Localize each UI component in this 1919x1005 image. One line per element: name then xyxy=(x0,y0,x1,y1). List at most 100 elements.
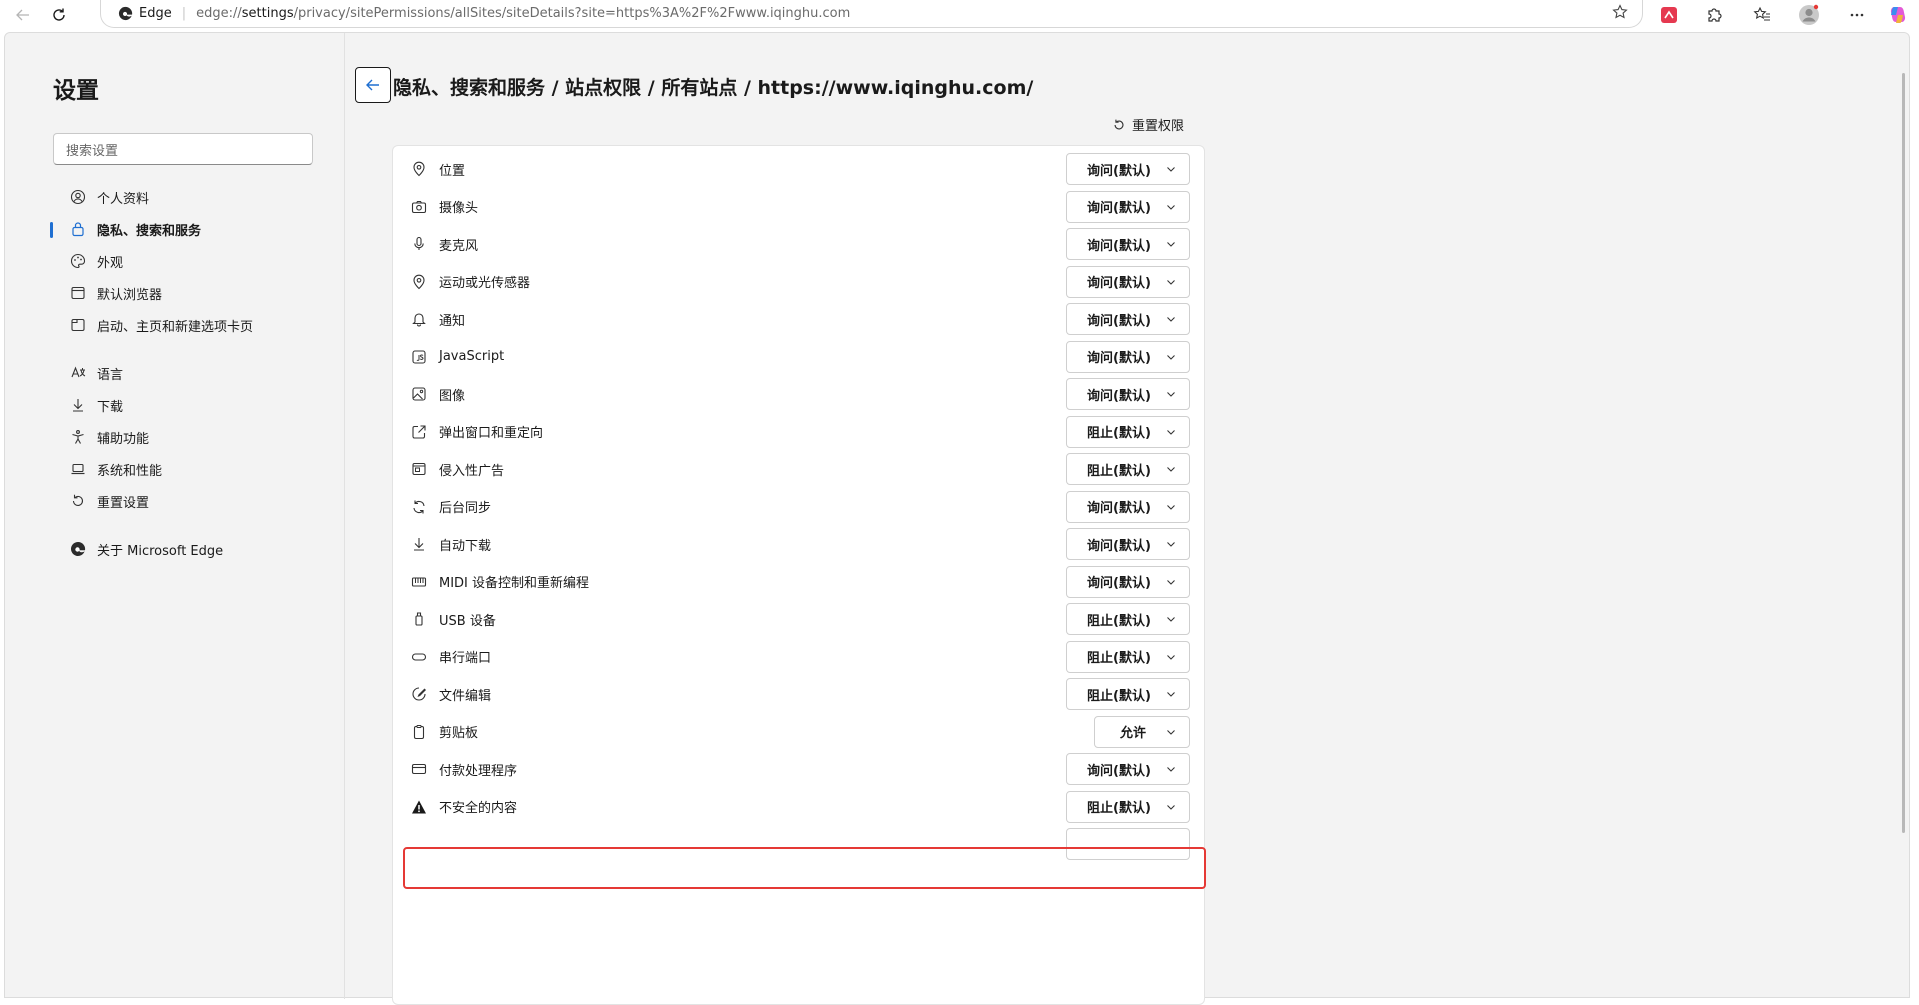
site-details-content: 隐私、搜索和服务 / 站点权限 / 所有站点 / https://www.iqi… xyxy=(355,33,1905,1005)
extensions-button[interactable] xyxy=(1702,3,1726,27)
permission-select-intrusive-ads[interactable]: 阻止(默认) xyxy=(1066,453,1190,485)
arrow-left-icon xyxy=(366,79,379,91)
permission-select-background-sync[interactable]: 询问(默认) xyxy=(1066,490,1190,523)
sidebar-item-privacy[interactable]: 隐私、搜索和服务 xyxy=(50,213,333,245)
puzzle-icon xyxy=(1708,8,1722,22)
permission-label: 付款处理程序 xyxy=(439,763,518,779)
sidebar-item-label: 重置设置 xyxy=(97,495,150,511)
serial-port-icon xyxy=(409,647,429,667)
address-brand: Edge xyxy=(139,6,172,21)
sidebar-item-label: 下载 xyxy=(97,399,124,415)
permission-label: 串行端口 xyxy=(439,651,492,666)
sidebar-item-label: 关于 Microsoft Edge xyxy=(97,543,224,559)
permission-select-partial[interactable] xyxy=(1066,828,1190,860)
permission-value: 询问(默认) xyxy=(1087,238,1151,254)
back-button[interactable] xyxy=(355,67,391,103)
permission-select-midi[interactable]: 询问(默认) xyxy=(1066,565,1190,598)
sidebar-item-startup[interactable]: 启动、主页和新建选项卡页 xyxy=(53,309,333,341)
permission-label: 文件编辑 xyxy=(439,688,492,704)
permission-value: 阻止(默认) xyxy=(1087,426,1151,441)
profile-avatar-button[interactable] xyxy=(1797,3,1821,27)
camera-icon xyxy=(409,197,429,217)
permission-select-usb[interactable]: 阻止(默认) xyxy=(1066,603,1190,635)
midi-icon xyxy=(409,572,429,592)
reset-permissions-button[interactable]: 重置权限 xyxy=(1112,115,1184,134)
reset-icon xyxy=(1114,119,1124,129)
permission-value: 询问(默认) xyxy=(1087,163,1151,179)
chevron-down-icon xyxy=(1167,467,1175,472)
chevron-down-icon xyxy=(1167,504,1175,510)
sidebar-item-profile[interactable]: 个人资料 xyxy=(53,181,333,213)
favorites-list-icon xyxy=(1753,6,1770,21)
sidebar-item-appearance[interactable]: 外观 xyxy=(53,245,333,277)
accessibility-icon xyxy=(69,428,87,446)
permission-value: 询问(默认) xyxy=(1087,388,1151,404)
chevron-down-icon xyxy=(1167,729,1175,735)
sidebar-item-downloads[interactable]: 下载 xyxy=(53,389,333,421)
chevron-down-icon xyxy=(1167,804,1175,810)
copilot-icon xyxy=(1890,7,1906,23)
permission-value: 阻止(默认) xyxy=(1087,651,1151,666)
edge-logo-icon xyxy=(69,540,87,558)
permission-select-camera[interactable]: 询问(默认) xyxy=(1066,190,1190,223)
usb-icon xyxy=(409,609,429,629)
privacy-lock-icon xyxy=(69,220,87,238)
sidebar-item-language[interactable]: 语言 xyxy=(53,357,333,389)
chevron-down-icon xyxy=(1167,167,1175,172)
copilot-button[interactable] xyxy=(1886,3,1910,27)
sidebar-item-accessibility[interactable]: 辅助功能 xyxy=(53,421,333,453)
permission-select-payment-handlers[interactable]: 询问(默认) xyxy=(1066,753,1190,785)
permission-value: 阻止(默认) xyxy=(1087,613,1151,629)
permission-select-file-editing[interactable]: 阻止(默认) xyxy=(1066,678,1190,710)
sidebar-item-label: 系统和性能 xyxy=(97,463,163,479)
red-extension-icon xyxy=(1661,7,1677,23)
sidebar-item-label: 语言 xyxy=(97,367,124,383)
favorite-star-button[interactable] xyxy=(1612,4,1628,24)
sidebar-item-default-browser[interactable]: 默认浏览器 xyxy=(53,277,333,309)
permission-select-location[interactable]: 询问(默认) xyxy=(1066,153,1190,185)
permission-row-partial xyxy=(409,821,1190,867)
settings-title: 设置 xyxy=(53,78,99,104)
permission-select-notifications[interactable]: 询问(默认) xyxy=(1066,303,1190,335)
sidebar-item-about[interactable]: 关于 Microsoft Edge xyxy=(53,533,333,565)
permission-value: 询问(默认) xyxy=(1087,351,1151,366)
permission-label: 自动下载 xyxy=(439,538,492,554)
refresh-button[interactable] xyxy=(46,2,72,28)
sidebar-item-system[interactable]: 系统和性能 xyxy=(53,453,333,485)
permission-label: 通知 xyxy=(439,313,466,329)
back-nav-button[interactable] xyxy=(10,2,36,28)
permission-select-auto-downloads[interactable]: 询问(默认) xyxy=(1066,528,1190,560)
sidebar-item-label: 个人资料 xyxy=(97,191,150,207)
chevron-down-icon xyxy=(1167,617,1175,622)
permission-select-sensors[interactable]: 询问(默认) xyxy=(1066,265,1190,298)
permission-label: 弹出窗口和重定向 xyxy=(439,426,544,441)
permission-select-microphone[interactable]: 询问(默认) xyxy=(1066,228,1190,260)
language-icon xyxy=(69,364,87,382)
favorites-button[interactable] xyxy=(1750,3,1774,27)
permission-select-images[interactable]: 询问(默认) xyxy=(1066,378,1190,410)
sidebar-item-reset[interactable]: 重置设置 xyxy=(53,485,333,517)
chevron-down-icon xyxy=(1167,429,1175,435)
address-url: edge://settings/privacy/sitePermissions/… xyxy=(196,6,851,21)
javascript-icon xyxy=(409,347,429,367)
permission-select-serial-ports[interactable]: 阻止(默认) xyxy=(1066,640,1190,673)
sidebar-item-label: 外观 xyxy=(97,255,124,271)
permission-select-insecure-content[interactable]: 阻止(默认) xyxy=(1066,790,1190,823)
search-settings-input[interactable]: 搜索设置 xyxy=(53,133,313,165)
permission-label: 麦克风 xyxy=(439,238,479,254)
star-icon xyxy=(1612,4,1628,19)
refresh-icon xyxy=(53,8,65,21)
permission-label: MIDI 设备控制和重新编程 xyxy=(439,576,590,591)
file-edit-icon xyxy=(409,684,429,704)
address-bar[interactable]: Edge | edge://settings/privacy/sitePermi… xyxy=(100,0,1643,28)
permission-select-clipboard[interactable]: 允许 xyxy=(1094,715,1190,748)
permission-value: 询问(默认) xyxy=(1087,538,1151,554)
chevron-down-icon xyxy=(1167,692,1175,697)
permission-select-popups[interactable]: 阻止(默认) xyxy=(1066,415,1190,448)
payment-card-icon xyxy=(409,759,429,779)
nav-gap xyxy=(53,341,333,357)
permission-select-javascript[interactable]: 询问(默认) xyxy=(1066,340,1190,373)
more-menu-button[interactable] xyxy=(1845,3,1869,27)
extension-red-button[interactable] xyxy=(1657,3,1681,27)
page-scrollbar[interactable] xyxy=(1902,73,1905,833)
